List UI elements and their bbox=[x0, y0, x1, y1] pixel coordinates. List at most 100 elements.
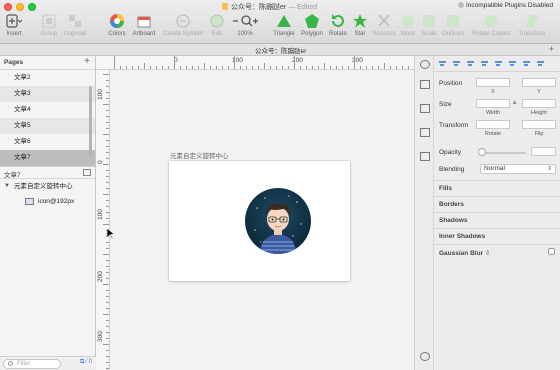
borders-section[interactable]: Borders bbox=[434, 196, 560, 211]
ruler-tick bbox=[103, 344, 109, 345]
triangle-button[interactable]: Triangle bbox=[271, 13, 297, 41]
blending-select[interactable]: Normal ⇕ bbox=[480, 164, 556, 174]
info-icon[interactable] bbox=[420, 352, 430, 361]
horizontal-ruler[interactable]: 0 100 200 300 bbox=[96, 56, 414, 70]
align-middle-icon[interactable] bbox=[494, 60, 503, 68]
document-title: 公众号：陈蹦跶er — Edited bbox=[222, 2, 317, 12]
width-field[interactable] bbox=[476, 99, 510, 108]
grid-icon[interactable] bbox=[420, 152, 430, 161]
triangle-icon bbox=[276, 13, 292, 29]
colors-icon bbox=[109, 13, 125, 29]
page-item[interactable]: 文章6 bbox=[0, 134, 95, 150]
image-layer[interactable]: icon@192px bbox=[0, 194, 95, 209]
y-field[interactable] bbox=[522, 78, 556, 87]
page-item[interactable]: 文章2 bbox=[0, 70, 95, 86]
rotate-copies-icon bbox=[483, 13, 499, 29]
artboard-button[interactable]: Artboard bbox=[130, 13, 158, 41]
ruler-tick bbox=[103, 224, 109, 225]
align-bottom-icon[interactable] bbox=[508, 60, 517, 68]
opacity-slider[interactable] bbox=[480, 152, 526, 154]
align-right-icon[interactable] bbox=[466, 60, 475, 68]
inspector-sidebar bbox=[414, 56, 434, 370]
layers-icon[interactable] bbox=[420, 104, 430, 113]
mask-button[interactable]: Mask bbox=[399, 13, 417, 41]
artboard[interactable] bbox=[169, 161, 350, 281]
filter-options[interactable]: ⧉ ⁄ 0 bbox=[80, 359, 92, 366]
disclosure-triangle-icon[interactable]: ▼ bbox=[4, 179, 10, 194]
inspector-toggle-icon[interactable] bbox=[420, 60, 430, 69]
ruler-tick bbox=[106, 86, 109, 87]
fills-section[interactable]: Fills bbox=[434, 180, 560, 195]
insert-button[interactable]: Insert bbox=[3, 13, 25, 41]
distribute-horizontal-icon[interactable] bbox=[522, 60, 531, 68]
ruler-tick bbox=[240, 66, 241, 69]
opacity-slider-knob[interactable] bbox=[478, 148, 486, 156]
ruler-tick bbox=[276, 66, 277, 69]
artboard-title[interactable]: 元素自定义旋转中心 bbox=[170, 150, 229, 160]
ruler-tick bbox=[103, 284, 109, 285]
pages-scrollbar[interactable] bbox=[89, 86, 92, 158]
rotate-button[interactable]: Rotate bbox=[327, 13, 349, 41]
ruler-tick bbox=[106, 302, 109, 303]
ruler-tick bbox=[103, 194, 109, 195]
x-field[interactable] bbox=[476, 78, 510, 87]
close-window-button[interactable] bbox=[4, 3, 12, 11]
avatar-image[interactable] bbox=[245, 188, 311, 254]
add-page-button[interactable]: + bbox=[84, 56, 90, 67]
ruler-tick bbox=[106, 116, 109, 117]
opacity-field[interactable] bbox=[531, 147, 556, 156]
vertical-ruler[interactable]: 100 0 100 200 300 bbox=[96, 70, 110, 370]
gaussian-blur-checkbox[interactable] bbox=[548, 248, 555, 255]
page-item[interactable]: 文章4 bbox=[0, 102, 95, 118]
maximize-window-button[interactable] bbox=[28, 3, 36, 11]
create-symbol-button[interactable]: Create Symbol bbox=[161, 13, 205, 41]
shadows-section[interactable]: Shadows bbox=[434, 212, 560, 227]
chevron-updown-icon[interactable]: ⇕ bbox=[485, 250, 490, 257]
star-button[interactable]: Star bbox=[351, 13, 369, 41]
zoom-icon bbox=[231, 13, 259, 29]
polygon-button[interactable]: Polygon bbox=[299, 13, 325, 41]
edit-button[interactable]: Edit bbox=[208, 13, 226, 41]
pages-list: 文章2 文章3 文章4 文章5 文章6 文章7 bbox=[0, 70, 95, 166]
transform-button[interactable]: Transform bbox=[515, 13, 549, 41]
ruler-tick bbox=[300, 66, 301, 69]
ruler-tick bbox=[378, 66, 379, 69]
scale-button[interactable]: Scale bbox=[420, 13, 438, 41]
scissors-button[interactable]: Scissors bbox=[372, 13, 396, 41]
page-item[interactable]: 文章5 bbox=[0, 118, 95, 134]
ungroup-button[interactable]: Ungroup bbox=[62, 13, 88, 41]
ruler-tick bbox=[384, 63, 385, 69]
canvas[interactable]: 元素自定义旋转中心 bbox=[110, 70, 414, 370]
flip-control[interactable] bbox=[522, 120, 556, 129]
page-item-selected[interactable]: 文章7 bbox=[0, 150, 95, 166]
inner-shadows-section[interactable]: Inner Shadows bbox=[434, 228, 560, 243]
rotate-copies-button[interactable]: Rotate Copies bbox=[469, 13, 513, 41]
lock-icon[interactable]: 🔒︎ bbox=[513, 100, 516, 107]
document-tab[interactable]: 公众号：陈蹦跶er bbox=[255, 45, 306, 55]
filter-input[interactable]: Filter bbox=[3, 359, 61, 369]
ruler-tick bbox=[106, 170, 109, 171]
distribute-vertical-icon[interactable] bbox=[536, 60, 545, 68]
gaussian-blur-section[interactable]: Gaussian Blur ⇕ bbox=[434, 244, 560, 259]
colors-button[interactable]: Colors bbox=[106, 13, 128, 41]
export-icon[interactable] bbox=[420, 80, 430, 89]
add-tab-button[interactable]: + bbox=[549, 44, 554, 54]
ruler-tick bbox=[106, 146, 109, 147]
group-icon bbox=[41, 13, 57, 29]
rotate-field[interactable] bbox=[476, 120, 510, 129]
zoom-control[interactable]: 100% bbox=[230, 13, 260, 41]
align-icon[interactable] bbox=[420, 128, 430, 137]
outlines-button[interactable]: Outlines bbox=[440, 13, 466, 41]
align-left-icon[interactable] bbox=[438, 60, 447, 68]
group-button[interactable]: Group bbox=[38, 13, 60, 41]
artboard-layer[interactable]: ▼ 元素自定义旋转中心 bbox=[0, 179, 95, 194]
page-options-icon[interactable] bbox=[83, 169, 91, 176]
align-center-icon[interactable] bbox=[452, 60, 461, 68]
height-field[interactable] bbox=[522, 99, 556, 108]
align-top-icon[interactable] bbox=[480, 60, 489, 68]
page-item[interactable]: 文章3 bbox=[0, 86, 95, 102]
minimize-window-button[interactable] bbox=[16, 3, 24, 11]
plugin-warning[interactable]: Incompatible Plugins Disabled bbox=[458, 2, 553, 9]
ruler-tick bbox=[106, 368, 109, 369]
ruler-tick bbox=[312, 66, 313, 69]
